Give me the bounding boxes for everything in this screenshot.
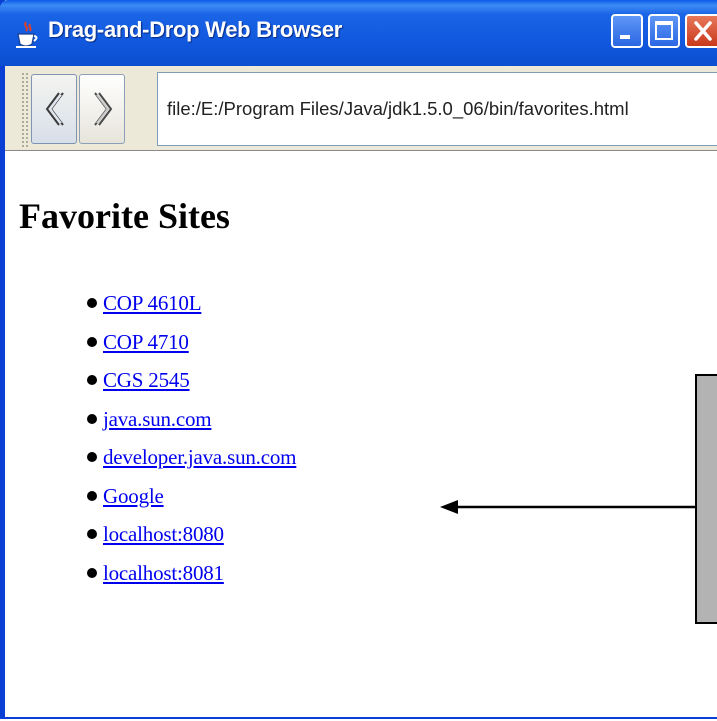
favorite-link[interactable]: developer.java.sun.com [103, 445, 296, 469]
list-item: CGS 2545 [87, 366, 296, 405]
annotation-callout-box [695, 374, 717, 624]
favorite-link[interactable]: CGS 2545 [103, 368, 190, 392]
toolbar-grip[interactable] [21, 72, 29, 147]
page-heading: Favorite Sites [19, 196, 230, 236]
bullet-icon [87, 452, 97, 462]
bullet-icon [87, 336, 97, 347]
navigation-toolbar: file:/E:/Program Files/Java/jdk1.5.0_06/… [5, 66, 717, 151]
close-icon [694, 21, 712, 41]
bullet-icon [87, 413, 97, 424]
list-item: localhost:8081 [87, 559, 296, 598]
url-field[interactable]: file:/E:/Program Files/Java/jdk1.5.0_06/… [157, 72, 717, 146]
list-item: developer.java.sun.com [87, 443, 296, 482]
title-bar[interactable]: Drag-and-Drop Web Browser [0, 0, 717, 66]
list-item: localhost:8080 [87, 520, 296, 559]
java-cup-icon [14, 20, 40, 50]
minimize-button[interactable] [611, 14, 643, 48]
forward-arrow-icon [94, 92, 113, 126]
page-viewport[interactable]: Favorite Sites COP 4610L COP 4710 CGS 25… [5, 150, 717, 717]
close-button[interactable] [685, 14, 717, 48]
back-button[interactable] [31, 74, 77, 144]
maximize-icon [655, 21, 673, 40]
favorite-link[interactable]: localhost:8080 [103, 522, 224, 546]
list-item: java.sun.com [87, 405, 296, 444]
list-item: Google [87, 482, 296, 521]
bullet-icon [87, 375, 97, 385]
bullet-icon [87, 529, 97, 539]
back-arrow-icon [45, 92, 64, 126]
window-title: Drag-and-Drop Web Browser [48, 17, 343, 42]
favorite-link[interactable]: localhost:8081 [103, 561, 224, 585]
bullet-icon [87, 490, 97, 501]
favorite-link[interactable]: COP 4710 [103, 330, 189, 354]
minimize-icon [620, 35, 630, 39]
favorite-link[interactable]: COP 4610L [103, 291, 202, 315]
favorite-link[interactable]: Google [103, 484, 164, 508]
favorite-link[interactable]: java.sun.com [103, 407, 212, 431]
favorites-list: COP 4610L COP 4710 CGS 2545 java.sun.com… [87, 289, 296, 597]
forward-button[interactable] [79, 74, 125, 144]
browser-window: Drag-and-Drop Web Browser file:/E:/Progr… [0, 0, 717, 719]
list-item: COP 4610L [87, 289, 296, 328]
bullet-icon [87, 298, 97, 308]
annotation-arrow [440, 500, 696, 514]
maximize-button[interactable] [648, 14, 680, 48]
list-item: COP 4710 [87, 328, 296, 367]
bullet-icon [87, 567, 97, 578]
